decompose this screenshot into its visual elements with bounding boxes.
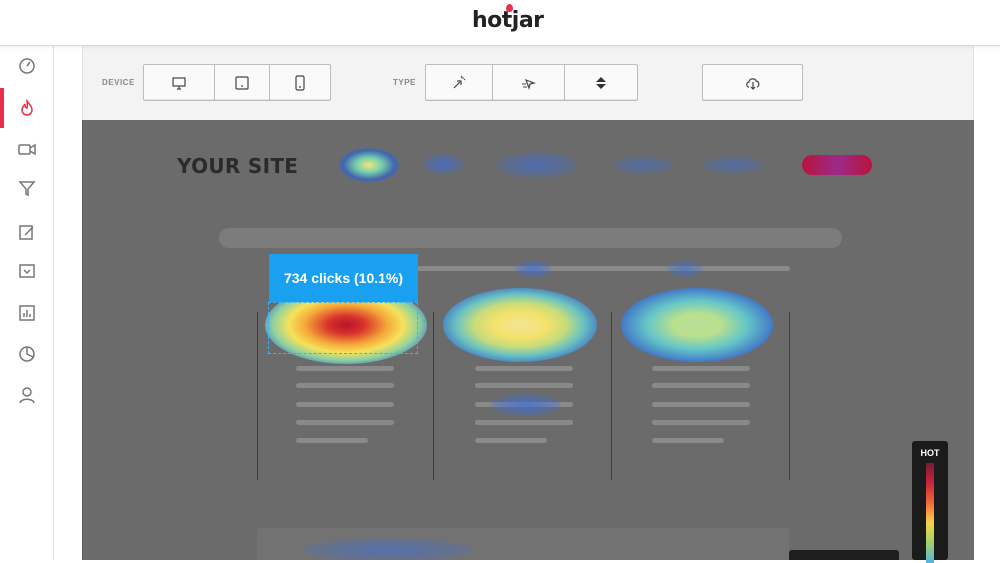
heat-spot-footer xyxy=(303,538,473,560)
column-text-line xyxy=(475,383,573,388)
site-title: YOUR SITE xyxy=(177,154,299,178)
column-text-line xyxy=(296,366,394,371)
sidebar-item-dashboard[interactable] xyxy=(0,46,54,86)
logo-flame-icon xyxy=(506,4,513,12)
sidebar-item-funnels[interactable] xyxy=(0,168,54,208)
click-count-tooltip: 734 clicks (10.1%) xyxy=(269,254,418,302)
download-icon xyxy=(745,77,759,90)
heat-spot-nav-2 xyxy=(423,154,463,174)
column-text-line xyxy=(652,438,724,443)
heatmap-preview[interactable]: YOUR SITE xyxy=(82,120,974,560)
mobile-button[interactable] xyxy=(270,65,330,100)
heat-spot-nav-4 xyxy=(613,156,673,174)
sidebar-item-recordings[interactable] xyxy=(0,129,54,169)
column-divider xyxy=(611,312,612,480)
heat-spot-subtitle-2 xyxy=(667,260,703,278)
sidebar-item-forms[interactable] xyxy=(0,212,54,252)
sidebar-item-reports[interactable] xyxy=(0,334,54,374)
hero-bar xyxy=(219,228,842,248)
desktop-button[interactable] xyxy=(144,65,215,100)
device-button-group xyxy=(143,64,331,101)
heatmap-toolbar: DEVICE TYPE xyxy=(82,46,974,120)
move-icon xyxy=(521,78,536,90)
column-text-line xyxy=(475,420,573,425)
column-text-line xyxy=(296,438,368,443)
poll-icon xyxy=(19,264,35,278)
heat-spot-subtitle-1 xyxy=(515,260,551,278)
subtitle-line xyxy=(386,266,790,271)
heat-spot-mild xyxy=(621,288,773,362)
move-heatmap-button[interactable] xyxy=(493,65,565,100)
column-divider xyxy=(433,312,434,480)
element-selection-box[interactable] xyxy=(268,302,418,354)
cta-button-placeholder xyxy=(802,155,872,175)
column-text-line xyxy=(475,366,573,371)
survey-icon xyxy=(19,305,35,321)
user-icon xyxy=(19,387,35,404)
scroll-icon xyxy=(596,76,606,89)
click-icon xyxy=(453,75,466,88)
feedback-tab[interactable] xyxy=(789,550,899,560)
dashboard-icon xyxy=(19,58,35,74)
legend-hot-label: HOT xyxy=(920,448,940,458)
desktop-icon xyxy=(172,76,186,90)
column-text-line xyxy=(652,383,750,388)
form-icon xyxy=(19,225,34,240)
heatmap-flame-icon xyxy=(21,99,33,116)
sidebar-item-surveys[interactable] xyxy=(0,293,54,333)
column-divider xyxy=(257,312,258,480)
heat-spot-warm xyxy=(443,288,597,362)
click-heatmap-button[interactable] xyxy=(426,65,493,100)
sidebar xyxy=(0,46,54,560)
column-text-line xyxy=(296,402,394,407)
sidebar-item-heatmaps[interactable] xyxy=(0,88,54,128)
mobile-icon xyxy=(295,74,305,91)
column-text-line xyxy=(652,366,750,371)
download-button-group xyxy=(702,64,803,101)
tablet-button[interactable] xyxy=(215,65,270,100)
sidebar-item-polls[interactable] xyxy=(0,251,54,291)
download-button[interactable] xyxy=(703,65,802,100)
tablet-icon xyxy=(235,75,249,90)
column-text-line xyxy=(296,420,394,425)
type-button-group xyxy=(425,64,638,101)
heat-spot-nav-1 xyxy=(339,148,399,182)
heat-spot-nav-3 xyxy=(497,152,577,178)
chart-icon xyxy=(19,346,35,362)
recording-icon xyxy=(18,143,36,156)
column-divider xyxy=(789,312,790,480)
column-text-line xyxy=(296,383,394,388)
top-bar: hotjar xyxy=(0,0,1000,46)
heat-legend: HOT xyxy=(912,441,948,563)
device-label: DEVICE xyxy=(102,78,135,87)
legend-gradient-bar xyxy=(926,463,934,563)
heat-spot-column-2 xyxy=(491,394,561,416)
type-label: TYPE xyxy=(393,78,416,87)
column-text-line xyxy=(475,438,547,443)
scroll-heatmap-button[interactable] xyxy=(565,65,637,100)
funnel-icon xyxy=(18,181,36,197)
column-text-line xyxy=(652,402,750,407)
heat-spot-nav-5 xyxy=(703,156,763,174)
sidebar-item-users[interactable] xyxy=(0,375,54,415)
column-text-line xyxy=(652,420,750,425)
